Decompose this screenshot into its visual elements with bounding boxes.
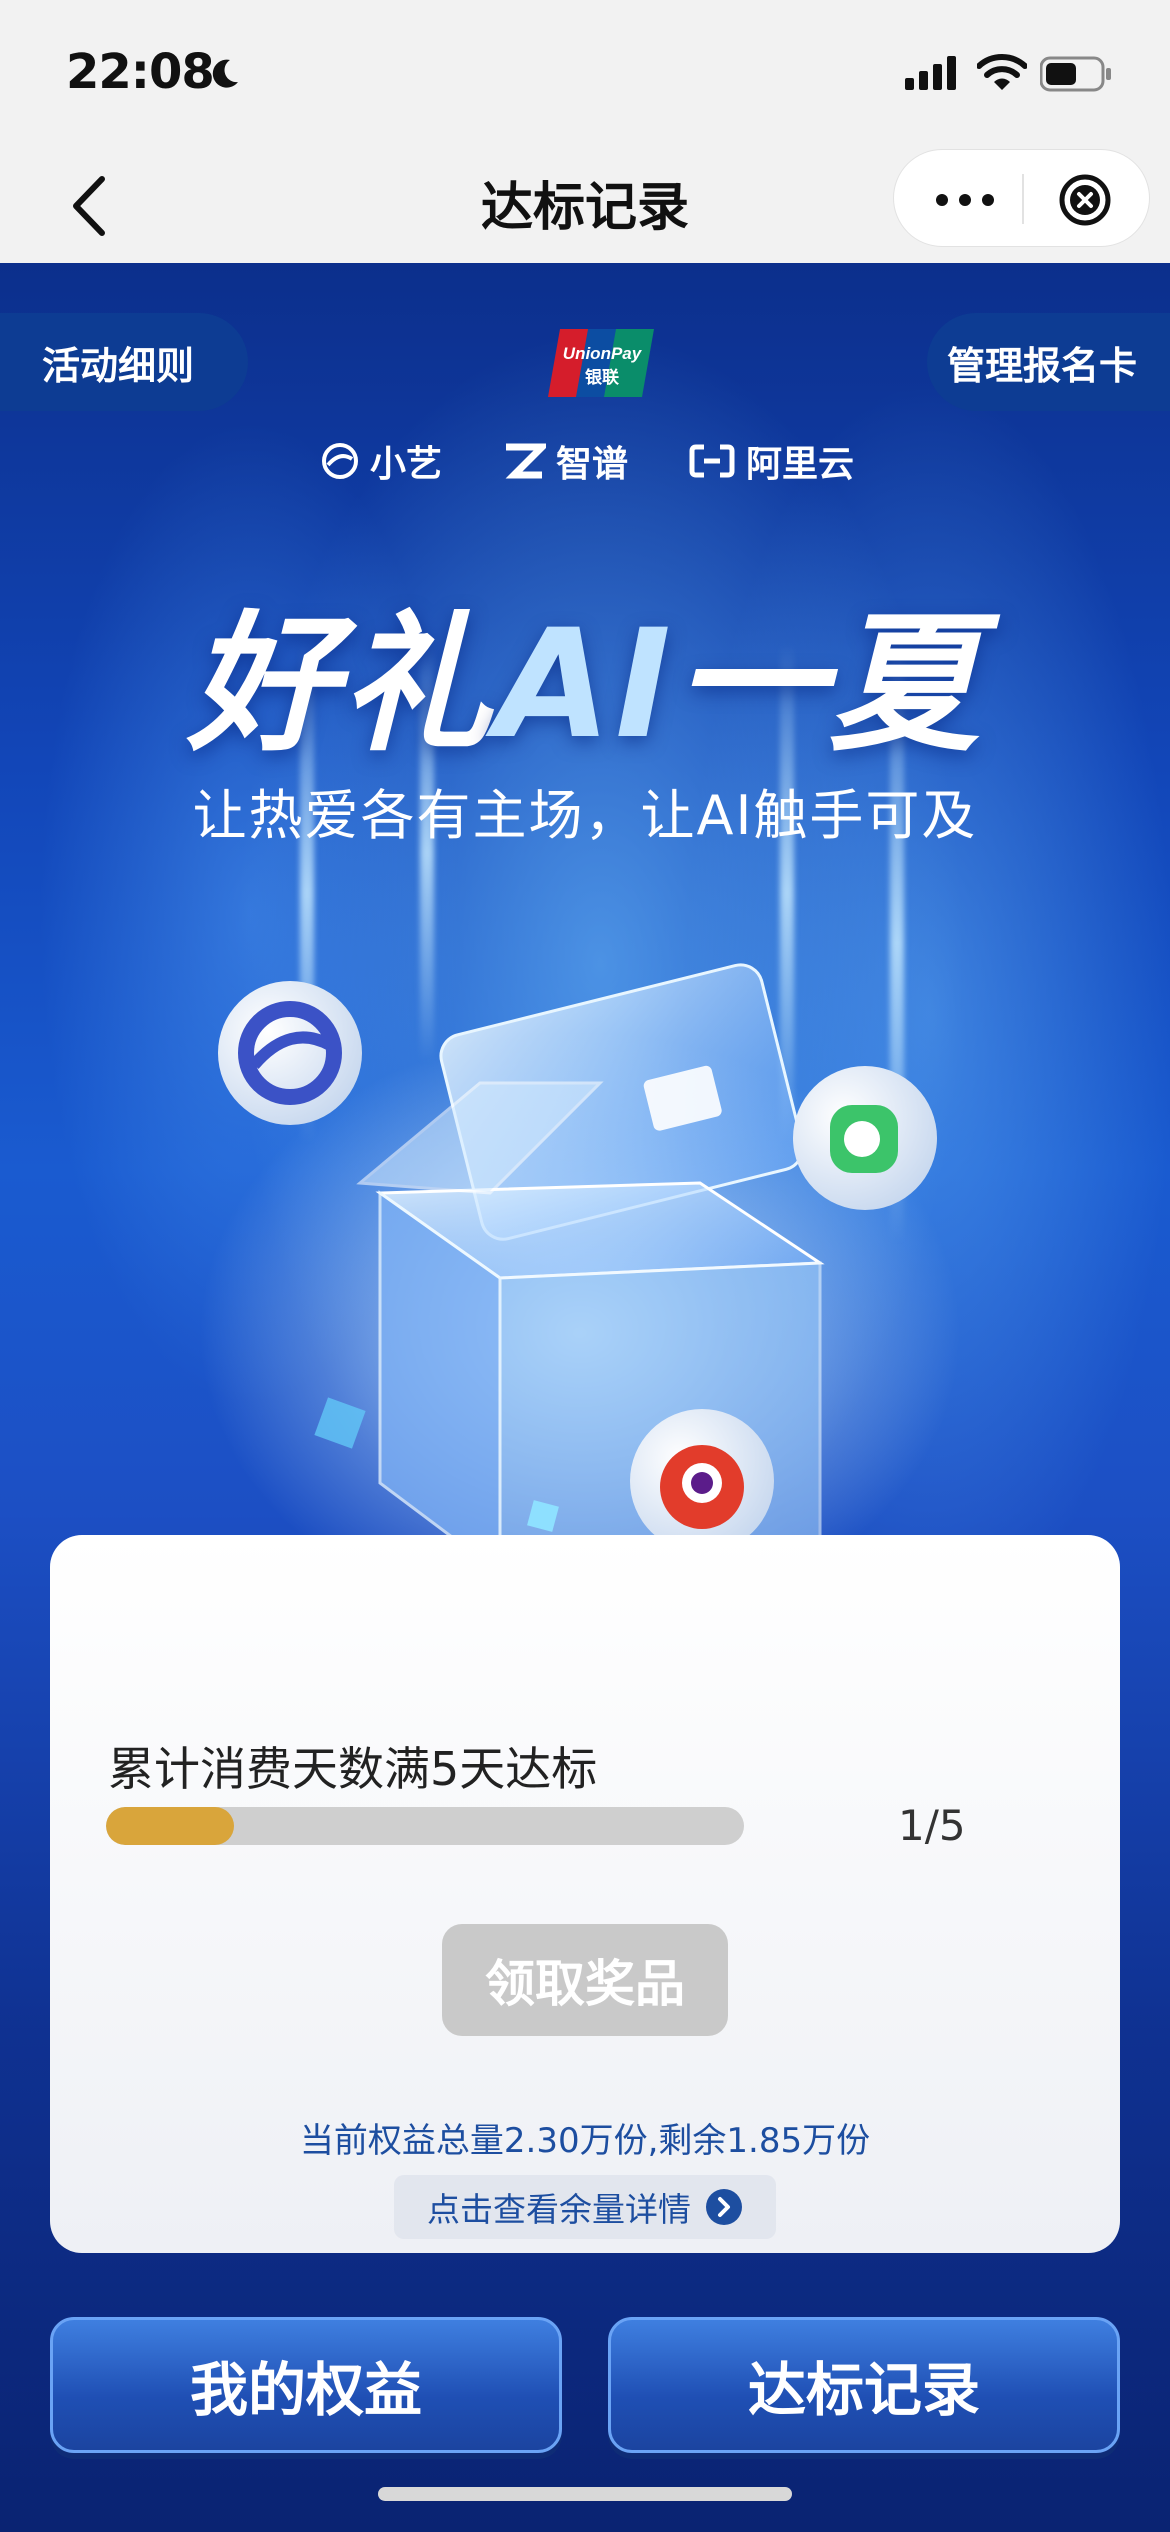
my-benefits-button[interactable]: 我的权益 <box>50 2317 562 2453</box>
svg-text:UnionPay: UnionPay <box>563 344 643 363</box>
claim-prize-button[interactable]: 领取奖品 <box>442 1924 728 2036</box>
hero-headline: 好礼AI一夏 <box>0 563 1170 780</box>
progress-card: 累计消费天数满5天达标 1/5 领取奖品 当前权益总量2.30万份,剩余1.85… <box>50 1535 1120 2253</box>
manage-card-button[interactable]: 管理报名卡 <box>927 313 1170 411</box>
rules-button[interactable]: 活动细则 <box>0 313 248 411</box>
headline-part2: 一夏 <box>674 598 983 772</box>
more-icon[interactable] <box>930 180 1000 220</box>
partner-label: 小艺 <box>370 444 443 485</box>
progress-fill <box>106 1807 234 1845</box>
headline-ai: AI <box>495 598 675 772</box>
status-time: 22:08 <box>66 44 215 100</box>
home-indicator <box>378 2487 792 2501</box>
wifi-icon <box>977 54 1027 90</box>
hero-banner: 活动细则 管理报名卡 UnionPay 银联 小艺 智谱 阿里云 好礼AI一夏 … <box>0 263 1170 2532</box>
partner-zhipu: 智谱 <box>502 435 628 487</box>
status-bar: 22:08 <box>0 0 1170 145</box>
mini-program-capsule <box>893 149 1150 247</box>
records-button[interactable]: 达标记录 <box>608 2317 1120 2453</box>
aliyun-logo-icon <box>689 444 735 478</box>
moon-icon <box>212 59 238 88</box>
close-circle-icon[interactable] <box>1057 172 1113 228</box>
partner-label: 阿里云 <box>746 444 855 485</box>
headline-part1: 好礼 <box>187 598 496 772</box>
detail-label: 点击查看余量详情 <box>427 2190 691 2229</box>
nav-bar: 达标记录 <box>0 145 1170 263</box>
partner-logos: 小艺 智谱 阿里云 <box>320 431 880 491</box>
svg-text:银联: 银联 <box>585 367 619 388</box>
view-quota-details-button[interactable]: 点击查看余量详情 <box>394 2175 776 2239</box>
partner-label: 智谱 <box>556 444 629 485</box>
capsule-divider <box>1022 174 1024 224</box>
battery-icon <box>1040 56 1111 92</box>
partner-aliyun: 阿里云 <box>688 435 854 487</box>
partner-xiaoyi: 小艺 <box>320 435 442 487</box>
hero-subline: 让热爱各有主场，让AI触手可及 <box>192 784 978 847</box>
quota-text: 当前权益总量2.30万份,剩余1.85万份 <box>299 2121 871 2161</box>
chevron-right-circle-icon <box>706 2189 742 2225</box>
xiaoyi-logo-icon <box>322 443 358 479</box>
task-title: 累计消费天数满5天达标 <box>108 1742 598 1796</box>
progress-count: 1/5 <box>898 1801 966 1850</box>
signal-icon <box>905 56 956 90</box>
unionpay-logo: UnionPay 银联 <box>548 329 654 397</box>
zhipu-logo-icon <box>505 443 547 479</box>
progress-bar <box>106 1807 744 1845</box>
